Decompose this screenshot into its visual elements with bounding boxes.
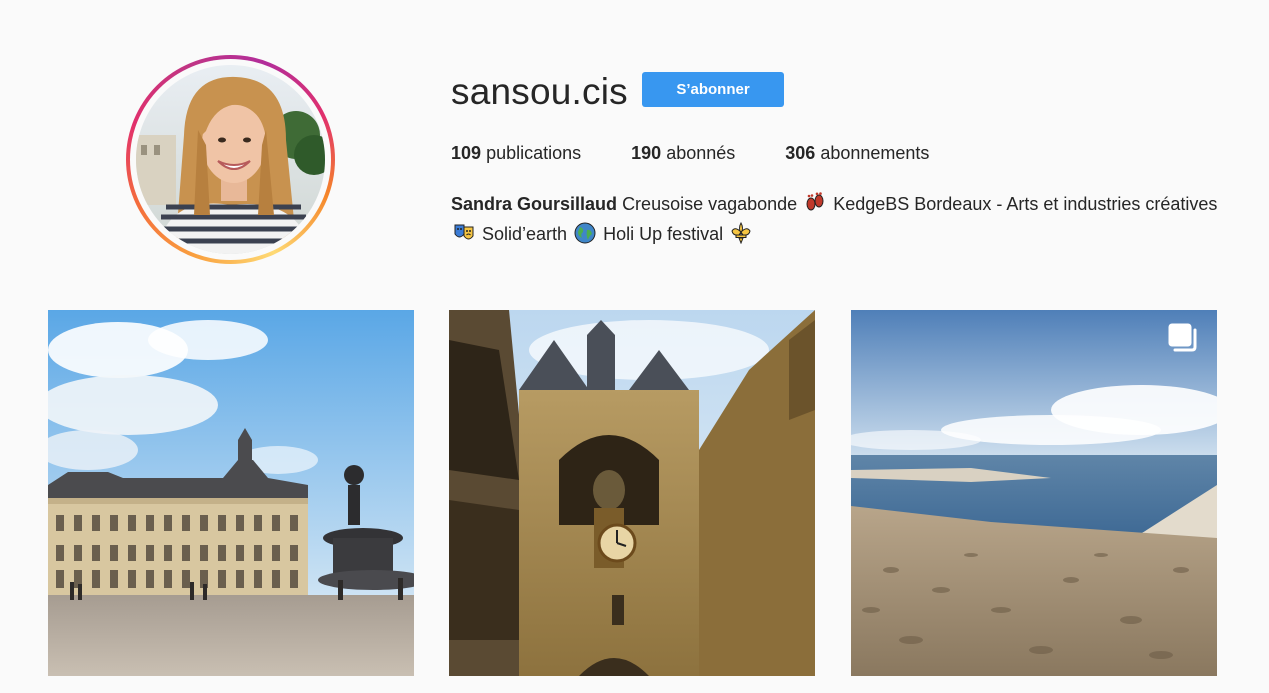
bio-text-4: Holi Up festival	[603, 224, 724, 244]
post-thumbnail[interactable]	[449, 310, 815, 676]
footprints-icon	[806, 192, 824, 211]
following-count: 306	[785, 143, 816, 163]
performing-arts-icon	[454, 224, 474, 240]
profile-username: sansou.cis	[451, 71, 628, 112]
fleur-de-lis-icon	[731, 222, 751, 244]
publications-label: publications	[486, 143, 582, 163]
post-thumbnail[interactable]	[851, 310, 1217, 676]
profile-full-name: Sandra Goursillaud	[451, 194, 618, 214]
bio-text-1: Creusoise vagabonde	[622, 194, 798, 214]
profile-bio: Sandra Goursillaud Creusoise vagabonde K…	[451, 189, 1231, 249]
bio-text-3: Solid’earth	[482, 224, 568, 244]
followers-count: 190	[631, 143, 662, 163]
followers-label: abonnés	[666, 143, 736, 163]
avatar[interactable]	[136, 65, 325, 254]
globe-icon	[574, 222, 596, 244]
story-ring[interactable]	[126, 55, 335, 264]
carousel-icon	[1168, 323, 1197, 352]
following-label: abonnements	[820, 143, 930, 163]
stat-following[interactable]: 306 abonnements	[785, 141, 929, 165]
profile-stats: 109 publications 190 abonnés 306 abonnem…	[451, 141, 979, 165]
follow-button[interactable]: S’abonner	[642, 72, 784, 107]
stat-publications: 109 publications	[451, 141, 581, 165]
bio-text-2: KedgeBS Bordeaux - Arts et industries cr…	[833, 194, 1218, 214]
profile-page: sansou.cis S’abonner 109 publications 19…	[0, 0, 1269, 693]
post-thumbnail[interactable]	[48, 310, 414, 676]
publications-count: 109	[451, 143, 482, 163]
stat-followers[interactable]: 190 abonnés	[631, 141, 735, 165]
